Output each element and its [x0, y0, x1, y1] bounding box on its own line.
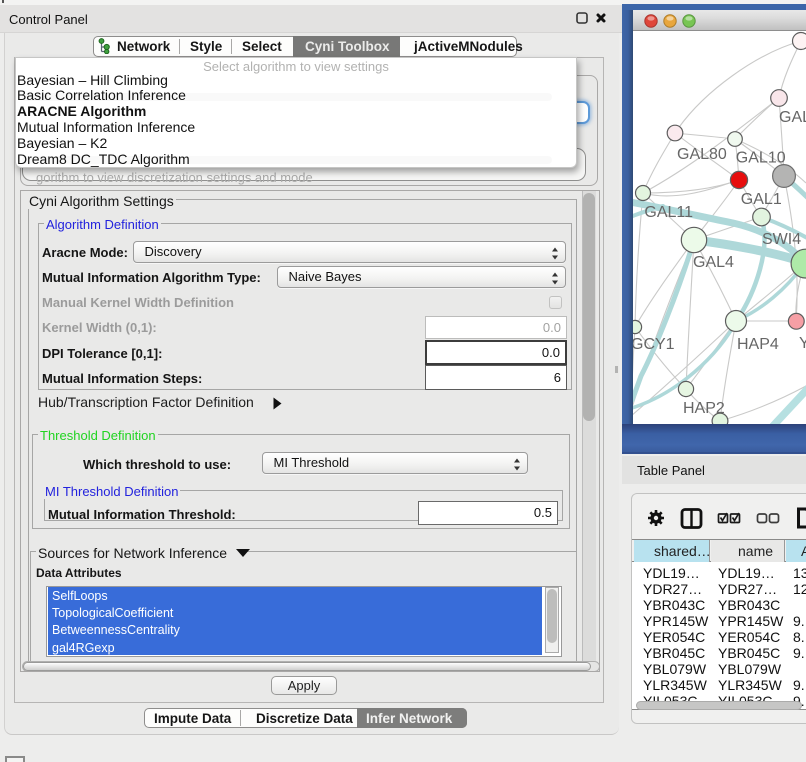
- svg-text:SWI4: SWI4: [762, 231, 801, 248]
- svg-text:YJ: YJ: [799, 335, 806, 352]
- svg-text:GAL10: GAL10: [736, 150, 786, 167]
- svg-text:GAL4: GAL4: [693, 254, 734, 271]
- svg-text:GAL11: GAL11: [644, 204, 693, 221]
- svg-text:GAL2: GAL2: [779, 109, 806, 126]
- svg-text:GAL80: GAL80: [677, 146, 727, 163]
- svg-text:GCY1: GCY1: [633, 336, 675, 353]
- svg-text:HAP2: HAP2: [683, 400, 725, 417]
- svg-text:HAP4: HAP4: [737, 336, 779, 353]
- svg-text:GAL1: GAL1: [741, 191, 782, 208]
